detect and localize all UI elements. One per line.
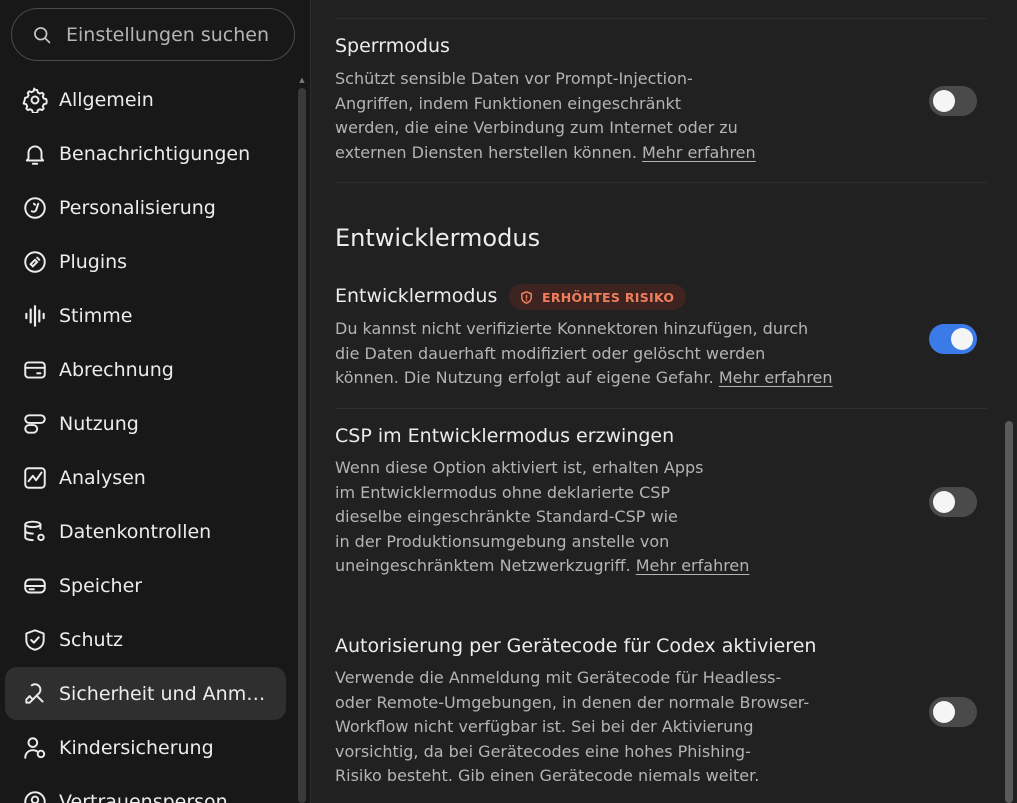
devmode-toggle[interactable] [929,324,977,354]
desc-line: Angriffen, indem Funktionen eingeschränk… [335,93,682,113]
sidebar-item-stimme[interactable]: Stimme [5,289,286,342]
desc-line: können. Die Nutzung erfolgt auf eigene G… [335,368,714,387]
device-code-description: Verwende die Anmeldung mit Gerätecode fü… [335,666,809,789]
warning-shield-icon [521,290,532,304]
sidebar-item-datenkontrollen[interactable]: Datenkontrollen [5,505,286,558]
desc-line: Risiko besteht. Gib einen Gerätecode nie… [335,766,760,785]
sidebar-item-label: Allgemein [59,88,154,111]
sidebar-item-benachrichtigungen[interactable]: Benachrichtigungen [5,127,286,180]
lockdown-title: Sperrmodus [335,35,450,57]
csp-description: Wenn diese Option aktiviert ist, erhalte… [335,456,749,579]
sidebar-item-kindersicherung[interactable]: Kindersicherung [5,721,286,774]
desc-line: Verwende die Anmeldung mit Gerätecode fü… [335,668,782,687]
content-scrollbar[interactable] [1005,421,1013,803]
csp-toggle[interactable] [929,487,977,517]
bell-icon [25,144,45,165]
desc-line: dieselbe eingeschränkte Standard-CSP wie [335,507,678,526]
desc-line: im Entwicklermodus ohne deklarierte CSP [335,482,671,502]
sidebar-scrollbar[interactable] [298,88,306,803]
search-icon [34,26,51,43]
sidebar-item-label: Datenkontrollen [59,520,212,543]
personalization-icon [24,196,46,219]
settings-content: Sperrmodus Schützt sensible Daten vor Pr… [311,0,1017,803]
security-icon [25,682,44,704]
devmode-title: Entwicklermodus [335,285,498,307]
toggle-knob [951,328,973,350]
section-heading-devmode: Entwicklermodus [335,224,541,252]
devmode-learn-more-link[interactable]: Mehr erfahren [719,368,833,387]
sidebar-item-vertrauensperson[interactable]: Vertrauensperson [5,775,286,803]
sidebar-item-sicherheit[interactable]: Sicherheit und Anm… [5,667,286,720]
search-input[interactable] [66,23,286,46]
toggle-knob [933,491,955,513]
desc-line: vorsichtig, da bei Gerätecodes eine hohe… [335,741,751,761]
divider [335,182,987,183]
devmode-description: Du kannst nicht verifizierte Konnektoren… [335,317,833,391]
device-code-title: Autorisierung per Gerätecode für Codex a… [335,635,817,657]
lockdown-description: Schützt sensible Daten vor Prompt-Inject… [335,67,756,165]
sidebar-item-label: Speicher [59,574,143,597]
plugins-icon [24,250,46,273]
sidebar-item-speicher[interactable]: Speicher [5,559,286,612]
desc-line: werden, die eine Verbindung zum Internet… [335,118,738,137]
device-code-toggle[interactable] [929,697,977,727]
desc-line: oder Remote-Umgebungen, in denen der nor… [335,692,810,712]
desc-line: in der Produktionsumgebung anstelle von [335,531,670,551]
settings-sidebar: Allgemein Benachrichtigungen Personalisi… [0,0,311,803]
sidebar-scroll-up-arrow[interactable]: ▲ [298,76,306,84]
csp-learn-more-link[interactable]: Mehr erfahren [636,556,750,575]
csp-title: CSP im Entwicklermodus erzwingen [335,425,675,447]
search-box[interactable] [11,8,295,61]
usage-icon [24,413,46,434]
chart-icon [24,466,46,489]
sidebar-item-label: Benachrichtigungen [59,142,251,165]
sidebar-item-nutzung[interactable]: Nutzung [5,397,286,450]
divider [335,18,987,19]
sidebar-item-abrechnung[interactable]: Abrechnung [5,343,286,396]
voice-waveform-icon [25,304,45,327]
sidebar-item-label: Nutzung [59,412,139,435]
sidebar-item-label: Analysen [59,466,146,489]
desc-line: Wenn diese Option aktiviert ist, erhalte… [335,458,704,477]
risk-badge-label: ERHÖHTES RISIKO [542,289,675,305]
sidebar-item-label: Plugins [59,250,128,273]
sidebar-item-label: Stimme [59,304,133,327]
toggle-knob [933,701,955,723]
sidebar-item-label: Kindersicherung [59,736,214,759]
sidebar-item-plugins[interactable]: Plugins [5,235,286,288]
desc-line: Du kannst nicht verifizierte Konnektoren… [335,319,809,338]
sidebar-item-label: Schutz [59,628,124,651]
desc-line: Schützt sensible Daten vor Prompt-Inject… [335,69,693,88]
parental-controls-icon [24,736,46,759]
lockdown-toggle[interactable] [929,86,977,116]
sidebar-item-allgemein[interactable]: Allgemein [5,73,286,126]
desc-line: die Daten dauerhaft modifiziert oder gel… [335,343,766,363]
desc-line: externen Diensten herstellen können. [335,142,637,162]
credit-card-icon [24,360,46,379]
trusted-contact-icon [24,790,46,803]
lockdown-learn-more-link[interactable]: Mehr erfahren [642,143,756,162]
sidebar-item-label: Abrechnung [59,358,174,381]
risk-badge: ERHÖHTES RISIKO [509,284,687,310]
divider [335,408,987,409]
sidebar-item-personalisierung[interactable]: Personalisierung [5,181,286,234]
sidebar-item-label: Personalisierung [59,196,216,219]
toggle-knob [933,90,955,112]
sidebar-item-label: Vertrauensperson [59,790,228,803]
sidebar-item-schutz[interactable]: Schutz [5,613,286,666]
database-gear-icon [24,520,45,541]
gear-icon [22,87,48,113]
storage-icon [24,578,46,593]
shield-check-icon [25,628,45,651]
sidebar-item-analysen[interactable]: Analysen [5,451,286,504]
sidebar-item-label: Sicherheit und Anm… [59,682,266,705]
desc-line: Workflow nicht verfügbar ist. Sei bei de… [335,717,754,736]
desc-line: uneingeschränktem Netzwerkzugriff. [335,556,631,575]
